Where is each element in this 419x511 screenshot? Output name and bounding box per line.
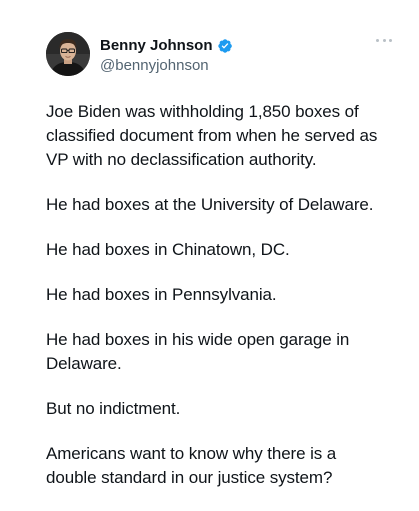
tweet-paragraph: He had boxes in Pennsylvania. <box>46 285 277 304</box>
tweet-card: Benny Johnson @bennyjohnson Joe Biden wa… <box>0 0 419 500</box>
tweet-text: Joe Biden was withholding 1,850 boxes of… <box>46 100 391 511</box>
tweet-paragraph: He had boxes in Chinatown, DC. <box>46 240 290 259</box>
tweet-paragraph: But no indictment. <box>46 399 181 418</box>
avatar[interactable] <box>46 32 90 76</box>
author-name[interactable]: Benny Johnson <box>100 36 213 56</box>
author-name-row: Benny Johnson <box>100 36 233 56</box>
verified-badge-icon <box>217 38 233 54</box>
tweet-paragraph: He had boxes in his wide open garage in … <box>46 330 350 373</box>
tweet-paragraph: Joe Biden was withholding 1,850 boxes of… <box>46 102 378 169</box>
more-horizontal-icon[interactable] <box>376 34 392 46</box>
avatar-portrait <box>46 32 90 76</box>
author-handle[interactable]: @bennyjohnson <box>100 56 209 76</box>
tweet-paragraph: Americans want to know why there is a do… <box>46 444 337 487</box>
tweet-paragraph: He had boxes at the University of Delawa… <box>46 195 374 214</box>
